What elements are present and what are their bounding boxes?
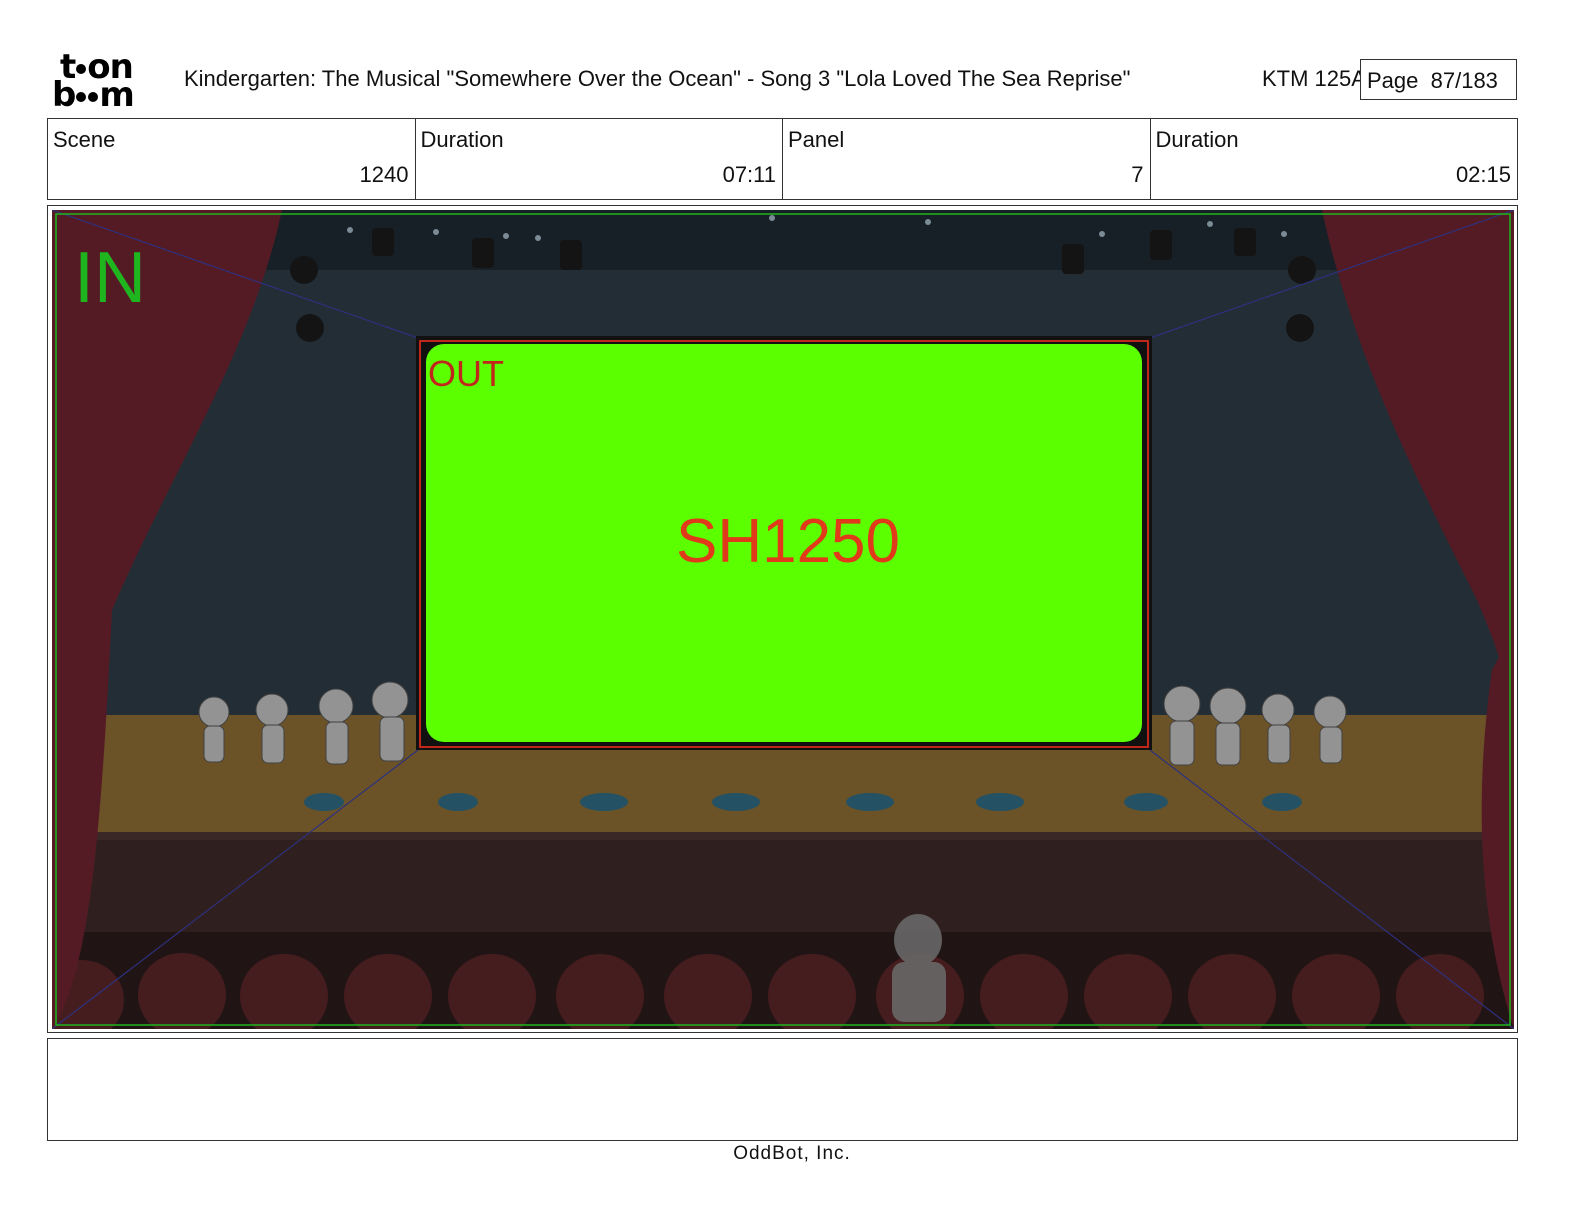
- panel-duration-cell: Duration 02:15: [1151, 119, 1518, 199]
- scene-cell: Scene 1240: [48, 119, 416, 199]
- footer-company: OddBot, Inc.: [733, 1143, 851, 1164]
- panel-duration-label: Duration: [1155, 127, 1239, 152]
- storyboard-panel-image: IN OUT SH1250: [52, 210, 1514, 1029]
- panel-duration-value: 02:15: [1455, 162, 1511, 187]
- stage-scene-illustration: IN OUT SH1250: [52, 210, 1514, 1029]
- document-title: Kindergarten: The Musical "Somewhere Ove…: [184, 66, 1131, 91]
- logo-text-bottom: bm: [52, 75, 135, 115]
- episode-code: KTM 125A: [1262, 66, 1366, 91]
- page-indicator: Page 87/183: [1360, 59, 1517, 100]
- toon-boom-logo: t on bm: [52, 50, 164, 115]
- panel-cell: Panel 7: [783, 119, 1151, 199]
- panel-label: Panel: [788, 127, 845, 152]
- scene-duration-cell: Duration 07:11: [416, 119, 783, 199]
- scene-duration-label: Duration: [420, 127, 504, 152]
- page-label: Page: [1367, 68, 1419, 93]
- panel-notes-box: [47, 1038, 1518, 1141]
- shot-number-label: SH1250: [676, 507, 900, 576]
- page-number: 87/183: [1430, 68, 1498, 93]
- panel-value: 7: [1131, 162, 1144, 187]
- out-label: OUT: [428, 353, 504, 394]
- in-label: IN: [74, 238, 146, 318]
- scene-value: 1240: [359, 162, 409, 187]
- scene-label: Scene: [53, 127, 116, 152]
- scene-duration-value: 07:11: [722, 162, 776, 187]
- scene-info-table: Scene 1240 Duration 07:11 Panel 7 Durati…: [47, 118, 1518, 200]
